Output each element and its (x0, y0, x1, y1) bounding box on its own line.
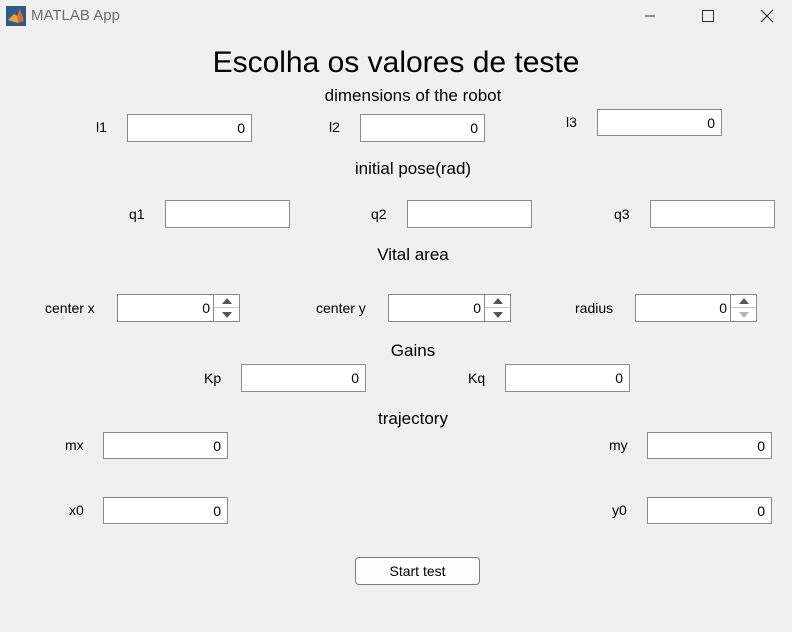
arrow-down-icon (221, 311, 232, 318)
center-x-spinner-buttons (213, 295, 239, 321)
window-title: MATLAB App (31, 7, 120, 24)
page-title: Escolha os valores de teste (212, 46, 580, 79)
center-y-decrement-button[interactable] (485, 308, 510, 321)
q2-field[interactable] (407, 200, 532, 228)
maximize-icon (702, 9, 714, 22)
q3-field[interactable] (650, 200, 775, 228)
window-titlebar: MATLAB App (0, 0, 792, 31)
my-field[interactable] (647, 432, 772, 459)
initial-pose-heading: initial pose(rad) (354, 159, 472, 178)
arrow-down-icon (738, 311, 749, 318)
kq-label: Kq (468, 370, 486, 386)
dimensions-heading: dimensions of the robot (324, 86, 502, 105)
l1-field[interactable] (127, 114, 252, 142)
close-button[interactable] (744, 0, 790, 31)
center-y-label: center y (316, 300, 366, 316)
radius-spinner-buttons (730, 295, 756, 321)
x0-label: x0 (69, 502, 84, 518)
q1-label: q1 (129, 206, 145, 222)
close-icon (760, 9, 774, 22)
center-x-label: center x (45, 300, 95, 316)
y0-field[interactable] (647, 497, 772, 524)
center-y-spinner (388, 294, 511, 322)
q2-label: q2 (371, 206, 387, 222)
kp-label: Kp (204, 370, 222, 386)
radius-field[interactable] (636, 295, 731, 321)
my-label: my (609, 437, 628, 453)
matlab-logo-icon (6, 6, 26, 26)
center-x-increment-button[interactable] (214, 295, 239, 308)
kq-field[interactable] (505, 364, 630, 392)
radius-label: radius (575, 300, 614, 316)
center-y-increment-button[interactable] (485, 295, 510, 308)
minimize-icon (645, 15, 655, 16)
arrow-up-icon (221, 298, 232, 304)
center-x-spinner (117, 294, 240, 322)
gains-heading: Gains (390, 341, 436, 360)
l3-label: l3 (566, 114, 577, 130)
l2-field[interactable] (360, 114, 485, 142)
center-x-field[interactable] (118, 295, 214, 321)
arrow-up-icon (492, 298, 503, 304)
minimize-button[interactable] (627, 0, 673, 31)
center-x-decrement-button[interactable] (214, 308, 239, 321)
arrow-down-icon (492, 311, 503, 318)
kp-field[interactable] (241, 364, 366, 392)
x0-field[interactable] (103, 497, 228, 524)
center-y-spinner-buttons (484, 295, 510, 321)
l1-label: l1 (96, 119, 107, 135)
vital-area-heading: Vital area (377, 245, 449, 264)
radius-increment-button[interactable] (731, 295, 756, 308)
arrow-up-icon (738, 298, 749, 304)
maximize-button[interactable] (685, 0, 731, 31)
trajectory-heading: trajectory (378, 409, 448, 428)
center-y-field[interactable] (389, 295, 485, 321)
q3-label: q3 (614, 206, 630, 222)
l3-field[interactable] (597, 109, 722, 136)
mx-label: mx (65, 437, 84, 453)
start-test-button[interactable]: Start test (355, 557, 480, 585)
radius-spinner (635, 294, 757, 322)
q1-field[interactable] (165, 200, 290, 228)
l2-label: l2 (329, 119, 340, 135)
y0-label: y0 (612, 502, 627, 518)
radius-decrement-button[interactable] (731, 308, 756, 321)
mx-field[interactable] (103, 432, 228, 459)
